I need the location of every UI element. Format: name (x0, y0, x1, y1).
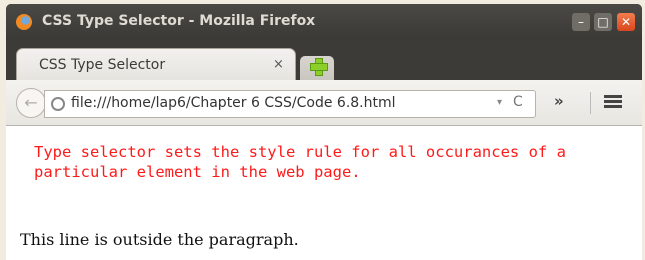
firefox-logo-icon (16, 14, 32, 30)
page-content: Type selector sets the style rule for al… (6, 126, 642, 260)
url-bar[interactable]: file:///home/lap6/Chapter 6 CSS/Code 6.8… (44, 90, 536, 118)
window-title: CSS Type Selector - Mozilla Firefox (42, 13, 316, 29)
close-window-button[interactable]: ✕ (617, 13, 635, 31)
overflow-button[interactable]: » (554, 92, 564, 110)
tab-label: CSS Type Selector (39, 57, 166, 73)
new-tab-button[interactable] (300, 56, 334, 80)
back-button[interactable]: ← (16, 88, 46, 118)
styled-paragraph: Type selector sets the style rule for al… (34, 143, 566, 181)
globe-icon (51, 97, 65, 111)
new-tab-plus-icon (310, 58, 328, 76)
title-bar: CSS Type Selector - Mozilla Firefox – □ … (6, 4, 642, 40)
maximize-button[interactable]: □ (594, 13, 612, 31)
browser-window: CSS Type Selector - Mozilla Firefox – □ … (6, 4, 642, 260)
navigation-toolbar: ← file:///home/lap6/Chapter 6 CSS/Code 6… (6, 80, 642, 126)
reload-icon[interactable]: C (513, 94, 523, 110)
outside-line: This line is outside the paragraph. (20, 230, 299, 249)
url-text[interactable]: file:///home/lap6/Chapter 6 CSS/Code 6.8… (71, 95, 396, 111)
url-dropdown-icon[interactable]: ▾ (497, 97, 502, 108)
tab-css-type-selector[interactable]: CSS Type Selector × (16, 48, 296, 80)
minimize-button[interactable]: – (572, 13, 590, 31)
toolbar-separator (590, 92, 591, 114)
menu-icon[interactable] (604, 95, 622, 109)
tab-strip: CSS Type Selector × (6, 40, 642, 80)
tab-close-button[interactable]: × (273, 57, 284, 72)
